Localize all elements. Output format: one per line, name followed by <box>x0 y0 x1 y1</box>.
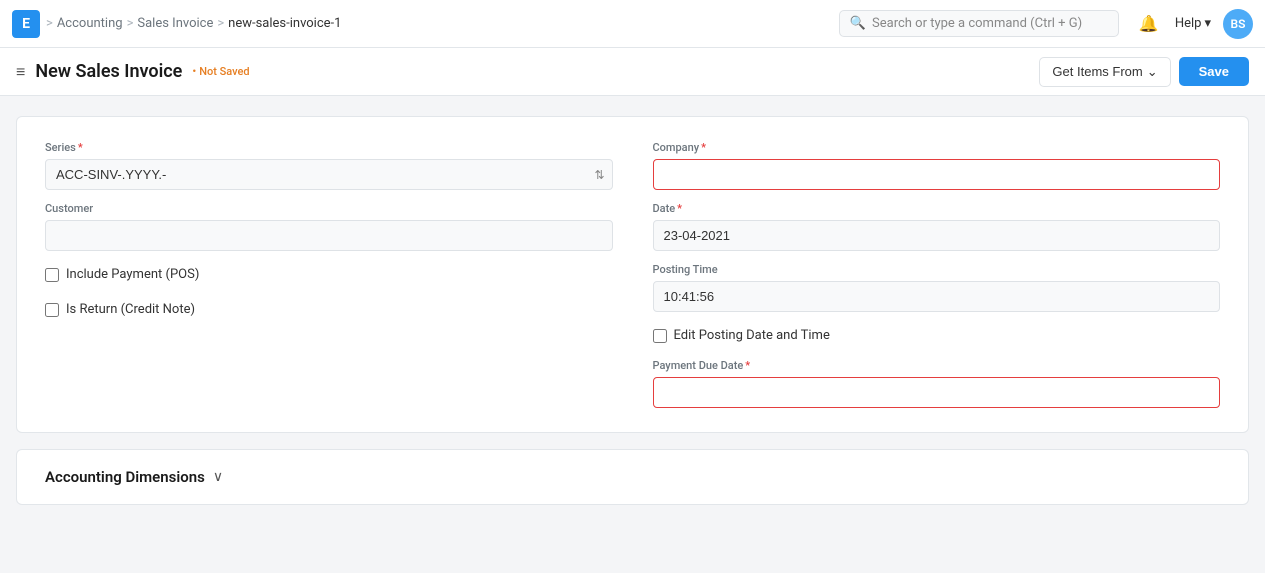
app-logo[interactable]: E <box>12 10 40 38</box>
edit-posting-group: Edit Posting Date and Time <box>653 324 1221 347</box>
posting-time-input[interactable] <box>653 281 1221 312</box>
company-label: Company* <box>653 141 1221 154</box>
topbar-right: 🔔 Help ▾ BS <box>1135 9 1253 39</box>
breadcrumb-sep-2: > <box>217 16 224 31</box>
date-required-marker: * <box>677 202 682 215</box>
breadcrumb-current: new-sales-invoice-1 <box>228 16 341 31</box>
hamburger-icon[interactable]: ≡ <box>16 62 25 82</box>
is-return-checkbox[interactable] <box>45 303 59 317</box>
edit-posting-checkbox[interactable] <box>653 329 667 343</box>
breadcrumb-sep-0: > <box>46 16 53 31</box>
save-button[interactable]: Save <box>1179 57 1249 86</box>
customer-label: Customer <box>45 202 613 215</box>
series-label: Series* <box>45 141 613 154</box>
posting-time-label: Posting Time <box>653 263 1221 276</box>
payment-due-group: Payment Due Date* <box>653 359 1221 408</box>
include-payment-group: Include Payment (POS) <box>45 263 613 286</box>
avatar[interactable]: BS <box>1223 9 1253 39</box>
series-required-marker: * <box>78 141 83 154</box>
page-header-left: ≡ New Sales Invoice • Not Saved <box>16 61 250 82</box>
series-select[interactable]: ACC-SINV-.YYYY.- <box>45 159 613 190</box>
search-icon: 🔍 <box>850 16 866 31</box>
breadcrumb-sep-1: > <box>127 16 134 31</box>
status-text: Not Saved <box>199 65 249 78</box>
company-group: Company* <box>653 141 1221 190</box>
date-input[interactable] <box>653 220 1221 251</box>
accounting-dimensions-chevron-icon: ∨ <box>213 469 223 485</box>
topbar: E > Accounting > Sales Invoice > new-sal… <box>0 0 1265 48</box>
search-placeholder-text: Search or type a command (Ctrl + G) <box>872 16 1082 31</box>
help-button[interactable]: Help ▾ <box>1175 16 1211 31</box>
page-title: New Sales Invoice <box>35 61 182 82</box>
main-form-card: Series* ACC-SINV-.YYYY.- ⇅ Customer <box>16 116 1249 433</box>
include-payment-label[interactable]: Include Payment (POS) <box>66 267 199 282</box>
company-input[interactable] <box>653 159 1221 190</box>
accounting-dimensions-title: Accounting Dimensions <box>45 468 205 486</box>
breadcrumb: > Accounting > Sales Invoice > new-sales… <box>46 16 833 31</box>
series-group: Series* ACC-SINV-.YYYY.- ⇅ <box>45 141 613 190</box>
breadcrumb-sales-invoice[interactable]: Sales Invoice <box>137 16 213 31</box>
breadcrumb-accounting[interactable]: Accounting <box>57 16 123 31</box>
status-dot: • <box>192 65 196 78</box>
payment-due-required-marker: * <box>745 359 750 372</box>
get-items-chevron-icon: ⌄ <box>1147 64 1158 80</box>
is-return-group: Is Return (Credit Note) <box>45 298 613 321</box>
is-return-label[interactable]: Is Return (Credit Note) <box>66 302 195 317</box>
search-bar[interactable]: 🔍 Search or type a command (Ctrl + G) <box>839 10 1119 37</box>
customer-input[interactable] <box>45 220 613 251</box>
get-items-button[interactable]: Get Items From ⌄ <box>1039 57 1170 87</box>
accounting-dimensions-section[interactable]: Accounting Dimensions ∨ <box>16 449 1249 505</box>
page-header-right: Get Items From ⌄ Save <box>1039 57 1249 87</box>
content-area: Series* ACC-SINV-.YYYY.- ⇅ Customer <box>0 96 1265 525</box>
notifications-icon[interactable]: 🔔 <box>1135 10 1163 38</box>
status-badge: • Not Saved <box>192 65 249 78</box>
payment-due-label: Payment Due Date* <box>653 359 1221 372</box>
edit-posting-label[interactable]: Edit Posting Date and Time <box>674 328 830 343</box>
form-grid: Series* ACC-SINV-.YYYY.- ⇅ Customer <box>45 141 1220 408</box>
form-left-col: Series* ACC-SINV-.YYYY.- ⇅ Customer <box>45 141 613 408</box>
page-header: ≡ New Sales Invoice • Not Saved Get Item… <box>0 48 1265 96</box>
include-payment-checkbox[interactable] <box>45 268 59 282</box>
date-label: Date* <box>653 202 1221 215</box>
payment-due-input[interactable] <box>653 377 1221 408</box>
customer-group: Customer <box>45 202 613 251</box>
company-required-marker: * <box>701 141 706 154</box>
date-group: Date* <box>653 202 1221 251</box>
series-select-wrapper: ACC-SINV-.YYYY.- ⇅ <box>45 159 613 190</box>
posting-time-group: Posting Time <box>653 263 1221 312</box>
form-right-col: Company* Date* Posting Time <box>653 141 1221 408</box>
help-chevron-icon: ▾ <box>1204 16 1211 31</box>
